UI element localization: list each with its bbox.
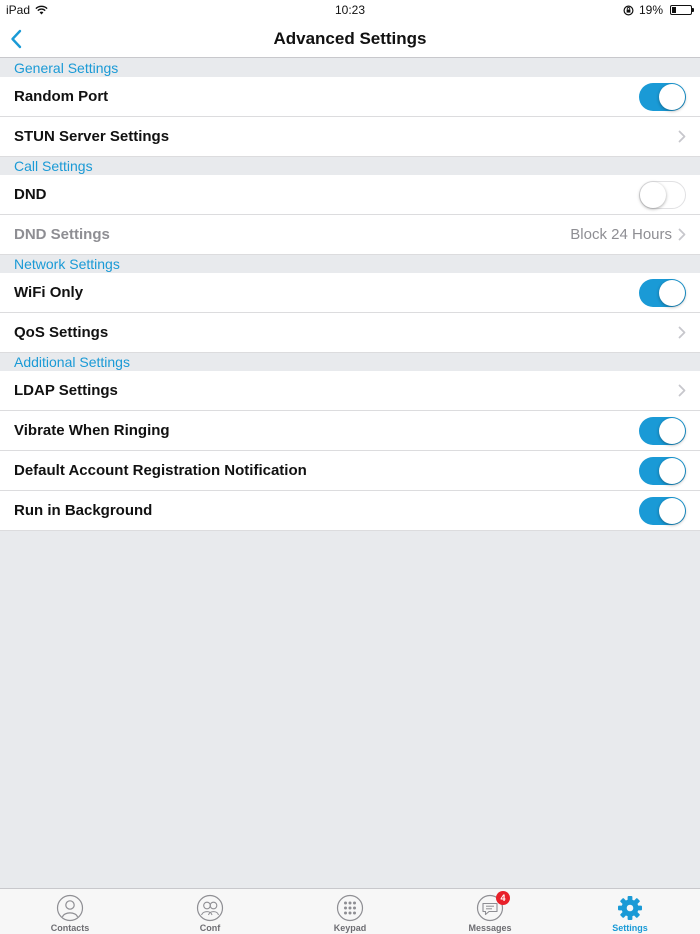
row-accessory [678, 117, 686, 156]
row-accessory [639, 77, 686, 116]
row-label: STUN Server Settings [14, 128, 170, 145]
settings-row-stun-server-settings[interactable]: STUN Server Settings [0, 117, 700, 157]
section-header-network-settings: Network Settings [0, 255, 700, 273]
toggle-knob [659, 83, 685, 110]
person-icon [56, 894, 84, 922]
row-accessory [678, 313, 686, 352]
settings-list: General Settings Random Port STUN Server S… [0, 59, 700, 531]
settings-row-dnd-settings[interactable]: DND Settings Block 24 Hours [0, 215, 700, 255]
tab-label: Messages [468, 923, 512, 933]
row-label: Vibrate When Ringing [14, 422, 170, 439]
row-accessory [639, 491, 686, 530]
random-port-toggle[interactable] [639, 82, 686, 111]
row-label: LDAP Settings [14, 382, 118, 399]
wifi-only-toggle[interactable] [639, 278, 686, 307]
vibrate-when-ringing-toggle[interactable] [639, 416, 686, 445]
row-label: DND [14, 186, 47, 203]
tab-label: Keypad [333, 923, 367, 933]
row-label: Default Account Registration Notificatio… [14, 462, 307, 479]
row-accessory [678, 371, 686, 410]
battery-level [672, 7, 676, 13]
navigation-bar: Advanced Settings [0, 20, 700, 58]
settings-row-default-account-registration-notification: Default Account Registration Notificatio… [0, 451, 700, 491]
tab-bar: Contacts Conf Keypad 4 Messages Settings [0, 888, 700, 934]
settings-row-ldap-settings[interactable]: LDAP Settings [0, 371, 700, 411]
row-value: Block 24 Hours [570, 226, 672, 243]
tab-label: Contacts [50, 923, 90, 933]
tab-contacts[interactable]: Contacts [0, 889, 140, 934]
chevron-right-icon [678, 384, 686, 397]
status-right: 19% [623, 3, 694, 17]
toggle-knob [640, 181, 666, 208]
row-accessory [639, 175, 686, 214]
battery-percent: 19% [638, 3, 663, 17]
settings-row-wifi-only: WiFi Only [0, 273, 700, 313]
unread-badge: 4 [496, 891, 510, 905]
tab-keypad[interactable]: Keypad [280, 889, 420, 934]
tab-messages[interactable]: 4 Messages [420, 889, 560, 934]
rotation-lock-icon [623, 4, 634, 16]
row-label: QoS Settings [14, 324, 109, 341]
battery-icon [670, 5, 694, 15]
tab-conf[interactable]: Conf [140, 889, 280, 934]
default-account-registration-notification-toggle[interactable] [639, 456, 686, 485]
toggle-knob [659, 417, 685, 444]
tab-label: Conf [199, 923, 221, 933]
settings-row-qos-settings[interactable]: QoS Settings [0, 313, 700, 353]
page-title: Advanced Settings [273, 29, 427, 48]
chevron-right-icon [678, 326, 686, 339]
settings-row-random-port: Random Port [0, 77, 700, 117]
row-accessory [639, 451, 686, 490]
row-label: Random Port [14, 88, 109, 105]
row-label: Run in Background [14, 502, 153, 519]
gear-icon [618, 896, 642, 920]
chevron-right-icon [678, 130, 686, 143]
settings-row-run-in-background: Run in Background [0, 491, 700, 531]
run-in-background-toggle[interactable] [639, 496, 686, 525]
row-accessory [639, 411, 686, 450]
row-label: WiFi Only [14, 284, 84, 301]
row-accessory [639, 273, 686, 312]
settings-row-vibrate-when-ringing: Vibrate When Ringing [0, 411, 700, 451]
chevron-right-icon [678, 228, 686, 241]
toggle-knob [659, 497, 685, 524]
group-icon [196, 894, 224, 922]
keypad-icon [336, 894, 364, 922]
status-bar: iPad 10:23 19% [0, 0, 700, 20]
section-header-additional-settings: Additional Settings [0, 353, 700, 371]
settings-row-dnd: DND [0, 175, 700, 215]
row-accessory: Block 24 Hours [570, 215, 686, 254]
toggle-knob [659, 457, 685, 484]
tab-settings[interactable]: Settings [560, 889, 700, 934]
row-label: DND Settings [14, 226, 110, 243]
dnd-toggle[interactable] [639, 180, 686, 209]
section-header-call-settings: Call Settings [0, 157, 700, 175]
section-header-general-settings: General Settings [0, 59, 700, 77]
toggle-knob [659, 279, 685, 306]
tab-label: Settings [612, 923, 648, 933]
status-time: 10:23 [334, 3, 366, 17]
